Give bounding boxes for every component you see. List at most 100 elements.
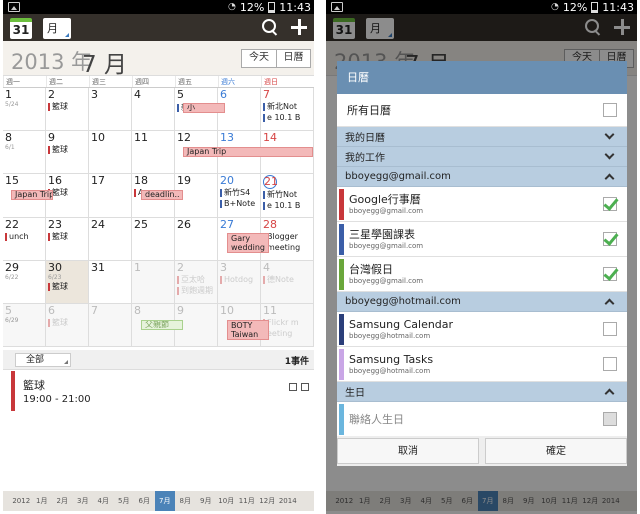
day-cell[interactable]: 10 (89, 131, 132, 175)
section-my-work[interactable]: 我的工作 (337, 147, 627, 167)
event-chip[interactable]: e 10.1 B (263, 201, 311, 211)
day-cell[interactable]: 6 籃球 (46, 304, 89, 348)
section-birthday[interactable]: 生日 (337, 382, 627, 402)
event-span[interactable]: Japan Trip (183, 147, 313, 157)
event-span[interactable]: 小 (183, 103, 225, 113)
day-cell[interactable]: 21 新竹Not e 10.1 B (261, 174, 314, 218)
day-cell[interactable]: 4 德Note (261, 260, 314, 304)
event-chip[interactable]: Blogger (263, 232, 311, 242)
scrub-item[interactable]: 1月 (32, 491, 53, 511)
calendar-checkbox[interactable] (603, 232, 617, 246)
event-chip[interactable]: 德Note (263, 275, 311, 285)
scrub-item[interactable]: 12月 (257, 491, 278, 511)
scrub-item[interactable]: 10月 (216, 491, 237, 511)
calendar-checkbox[interactable] (603, 197, 617, 211)
today-button[interactable]: 今天 (242, 50, 276, 67)
event-chip[interactable]: 到飽週期 (177, 286, 215, 296)
event-chip[interactable]: 籃球 (48, 102, 86, 112)
day-cell[interactable]: 7 新北Not e 10.1 B (261, 88, 314, 132)
event-chip[interactable]: e 10.1 B (263, 113, 311, 123)
calendar-color-bar (339, 189, 344, 220)
search-icon[interactable] (260, 18, 280, 38)
scrub-item[interactable]: 3月 (73, 491, 94, 511)
ok-button[interactable]: 確定 (485, 438, 627, 464)
agenda-filter-dropdown[interactable]: 全部 (15, 353, 71, 367)
scrub-item[interactable]: 2014 (278, 491, 299, 511)
scrub-item[interactable]: 4月 (93, 491, 114, 511)
event-chip[interactable]: 新竹S4 (220, 188, 258, 198)
day-cell[interactable]: 2 籃球 (46, 88, 89, 132)
event-chip[interactable]: 亞太哈 (177, 275, 215, 285)
event-chip[interactable]: eeting (263, 329, 311, 339)
day-cell[interactable]: 5 6/29 (3, 304, 46, 348)
section-my-calendars[interactable]: 我的日曆 (337, 127, 627, 147)
day-cell[interactable]: 25 (132, 217, 175, 261)
calendar-account-row[interactable]: Google行事曆 bboyegg@gmail.com (337, 187, 627, 222)
contact-birthday-row[interactable]: 聯絡人生日 (337, 402, 627, 437)
event-chip[interactable]: 籃球 (48, 318, 86, 328)
scrub-item[interactable]: 8月 (175, 491, 196, 511)
event-chip[interactable]: 新北Not (263, 102, 311, 112)
event-span[interactable]: Japan Trip (11, 190, 53, 200)
calendar-app-icon[interactable]: 31 (10, 18, 32, 39)
event-chip[interactable]: 籃球 (48, 145, 86, 155)
scrub-item[interactable]: 2月 (52, 491, 73, 511)
day-cell[interactable]: 1 5/24 (3, 88, 46, 132)
day-cell[interactable]: 11 (132, 131, 175, 175)
calendar-account-row[interactable]: Samsung Calendar bboyegg@hotmail.com (337, 312, 627, 347)
event-span[interactable]: deadlin.. (141, 190, 183, 200)
event-chip[interactable]: B+Note (220, 199, 258, 209)
day-cell[interactable]: 29 6/22 (3, 260, 46, 304)
day-cell[interactable]: 31 (89, 260, 132, 304)
calendar-checkbox[interactable] (603, 322, 617, 336)
day-number: 21 (263, 175, 278, 190)
day-cell[interactable]: 4 (132, 88, 175, 132)
event-span[interactable]: BOTY Taiwan (227, 320, 269, 340)
event-chip[interactable]: 新竹Not (263, 190, 311, 200)
event-chip[interactable]: unch (5, 232, 43, 242)
calendar-checkbox[interactable] (603, 267, 617, 281)
calendars-button[interactable]: 日曆 (276, 50, 310, 67)
scrub-item[interactable]: 6月 (134, 491, 155, 511)
all-calendars-checkbox[interactable] (603, 103, 617, 117)
event-chip[interactable]: 籃球 (48, 282, 86, 292)
day-cell[interactable]: 22 unch (3, 217, 46, 261)
agenda-event[interactable]: 籃球 19:00 - 21:00 (11, 371, 311, 411)
day-cell[interactable]: 2 亞太哈 到飽週期 (175, 260, 218, 304)
calendar-account-row[interactable]: 台灣假日 bboyegg@gmail.com (337, 257, 627, 292)
day-cell[interactable]: 8 6/1 (3, 131, 46, 175)
section-gmail[interactable]: bboyegg@gmail.com (337, 167, 627, 187)
event-chip[interactable]: 籃球 (48, 188, 86, 198)
day-cell[interactable]: 9 籃球 (46, 131, 89, 175)
day-cell[interactable]: 26 (175, 217, 218, 261)
contact-birthday-checkbox[interactable] (603, 412, 617, 426)
day-cell[interactable]: 20 新竹S4 B+Note (218, 174, 261, 218)
day-cell[interactable]: 3 (89, 88, 132, 132)
calendar-account-row[interactable]: 三星學園課表 bboyegg@gmail.com (337, 222, 627, 257)
day-cell[interactable]: 30 6/23 籃球 (46, 260, 89, 304)
scrub-item[interactable]: 5月 (114, 491, 135, 511)
add-event-icon[interactable] (289, 17, 309, 37)
day-cell[interactable]: 17 (89, 174, 132, 218)
day-cell[interactable]: 7 (89, 304, 132, 348)
event-span[interactable]: Gary wedding (227, 233, 269, 253)
event-chip[interactable]: Hotdog (220, 275, 258, 285)
view-selector[interactable]: 月 (43, 18, 71, 39)
day-cell[interactable]: 24 (89, 217, 132, 261)
scrub-item[interactable]: 2012 (11, 491, 32, 511)
day-cell[interactable]: 3 Hotdog (218, 260, 261, 304)
day-cell[interactable]: 1 (132, 260, 175, 304)
calendar-checkbox[interactable] (603, 357, 617, 371)
scrub-item[interactable]: 11月 (237, 491, 258, 511)
event-chip[interactable]: meeting (263, 243, 311, 253)
scrub-item[interactable]: 9月 (196, 491, 217, 511)
cancel-button[interactable]: 取消 (337, 438, 479, 464)
calendar-account-row[interactable]: Samsung Tasks bboyegg@hotmail.com (337, 347, 627, 382)
event-span[interactable]: 父親節 (141, 320, 183, 330)
section-hotmail[interactable]: bboyegg@hotmail.com (337, 292, 627, 312)
day-cell[interactable]: 23 籃球 (46, 217, 89, 261)
all-calendars-row[interactable]: 所有日曆 (337, 94, 627, 127)
scrub-item-current[interactable]: 7月 (154, 491, 175, 511)
event-chip[interactable]: 籃球 (48, 232, 86, 242)
event-chip[interactable]: Flickr m (263, 318, 311, 328)
